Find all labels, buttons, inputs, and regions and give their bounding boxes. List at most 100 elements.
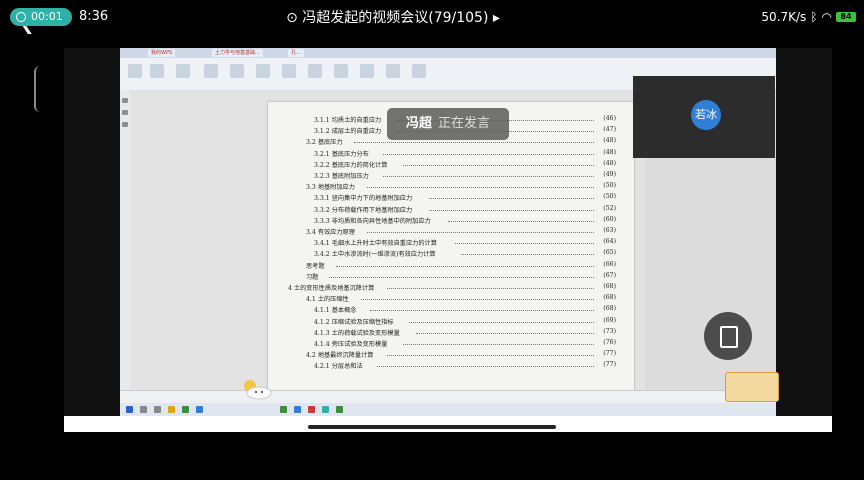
screen-share-button[interactable]: [704, 312, 752, 360]
toc-leader: [335, 265, 594, 267]
toc-entry-title: 4.1.3 土的荷载试验及变形模量: [314, 328, 400, 337]
toc-page-number: (63): [603, 227, 616, 234]
toc-entry-number: 3.4.2: [314, 251, 330, 259]
net-speed: 50.7K/s: [761, 10, 807, 24]
lock-icon: ⊙: [286, 10, 303, 26]
toc-entry[interactable]: 4.1.1 基本概念 (68): [268, 304, 634, 315]
toc-entry[interactable]: 3.2.3 基底附加压力 (49): [268, 170, 634, 181]
toc-entry-title: 4.2 地基最终沉降量计算: [306, 350, 374, 359]
ribbon-icon[interactable]: [150, 64, 164, 78]
search-icon[interactable]: [140, 406, 147, 413]
toc-entry[interactable]: 4.1.2 压缩试验及压缩性指标 (69): [268, 316, 634, 327]
avatar[interactable]: 若冰: [691, 100, 721, 130]
ribbon-icon[interactable]: [360, 64, 374, 78]
toc-entry[interactable]: 3.4 有效应力原理 (63): [268, 226, 634, 237]
app-icon[interactable]: [280, 406, 287, 413]
toc-page-number: (77): [603, 361, 616, 369]
wifi-icon: ◠: [821, 10, 832, 24]
toc-entry-number: 3.3.3: [314, 217, 330, 225]
toc-entry[interactable]: 3.3.3 非均质和各向异性地基中的附加应力 (60): [268, 215, 634, 226]
video-frame: 我的WPS 土力学与地基基础... 孔... 3.1.1 均质土的自重应力 (46…: [64, 48, 832, 432]
ribbon-icon[interactable]: [386, 64, 400, 78]
toc-entry[interactable]: 3.3.1 竖向集中力下的地基附加应力 (50): [268, 192, 634, 203]
record-timer-pill[interactable]: 00:01: [10, 8, 72, 26]
toc-entry-title: 3.1.2 成层土的自重应力: [314, 126, 381, 135]
toc-entry[interactable]: 4.1.4 旁压试验及变形模量 (76): [268, 338, 634, 349]
home-indicator[interactable]: [308, 425, 556, 429]
battery-icon: 84: [836, 12, 856, 22]
toc-page-number: (52): [603, 204, 616, 212]
speaker-status: 正在发言: [438, 116, 491, 131]
toc-entry[interactable]: 4.1 土的压缩性 (68): [268, 293, 634, 304]
toc-entry[interactable]: 3.3 地基附加应力 (50): [268, 181, 634, 192]
toc-page-number: (49): [603, 171, 616, 178]
toc-entry-text: 基底压力的简化计算: [331, 161, 388, 169]
toc-leader: [367, 232, 594, 233]
toc-entry-title: 3.4 有效应力原理: [306, 227, 355, 236]
toc-entry-number: 4.1.3: [314, 329, 330, 337]
comment-icon[interactable]: [122, 110, 128, 115]
tab-2[interactable]: 孔...: [288, 49, 304, 57]
toc-entry[interactable]: 3.4.2 土中水渗流时(一维渗流)有效应力计算 (65): [268, 248, 634, 259]
toc-entry-text: 毛细水上升时土中有效自重应力的计算: [331, 240, 437, 248]
toc-entry[interactable]: 3.2.1 基底压力分布 (48): [268, 148, 634, 159]
start-icon[interactable]: [126, 406, 133, 413]
toc-entry[interactable]: 3.2.2 基底压力的简化计算 (48): [268, 159, 634, 170]
app-icon[interactable]: [308, 406, 315, 413]
ribbon-icon[interactable]: [334, 64, 348, 78]
toc-entry-title: 习题: [306, 272, 318, 281]
floating-widget[interactable]: [725, 372, 779, 402]
ribbon-icon[interactable]: [128, 64, 142, 78]
app-icon[interactable]: [196, 406, 203, 413]
mascot-icon[interactable]: [242, 378, 272, 400]
app-icon[interactable]: [182, 406, 189, 413]
toc-entry[interactable]: 思考题 (66): [268, 260, 634, 271]
toc-page-number: (47): [603, 126, 616, 134]
toc-page-number: (67): [603, 271, 616, 279]
toc-leader: [383, 176, 594, 177]
chevron-right-icon: ▸: [488, 10, 500, 26]
app-icon[interactable]: [322, 406, 329, 413]
tab-0[interactable]: 我的WPS: [148, 49, 176, 57]
toc-entry-title: 4.1.2 压缩试验及压缩性指标: [314, 317, 394, 326]
toc-entry-text: 土的荷载试验及变形模量: [331, 329, 400, 337]
record-timer: 00:01: [31, 10, 63, 23]
wps-tab-bar: 我的WPS 土力学与地基基础... 孔...: [120, 48, 776, 58]
ribbon-icon[interactable]: [176, 64, 190, 78]
toc-entry[interactable]: 3.4.1 毛细水上升时土中有效自重应力的计算 (64): [268, 237, 634, 248]
toc-entry-text: 压缩试验及压缩性指标: [331, 318, 394, 326]
taskview-icon[interactable]: [154, 406, 161, 413]
app-icon[interactable]: [294, 406, 301, 413]
bottom-strip: [64, 416, 832, 432]
toc-leader: [461, 254, 594, 256]
toc-entry[interactable]: 4.1.3 土的荷载试验及变形模量 (73): [268, 327, 634, 338]
app-icon[interactable]: [168, 406, 175, 413]
toc-entry[interactable]: 4 土的变形性质及地基沉降计算 (68): [268, 282, 634, 293]
toc-entry[interactable]: 习题 (67): [268, 271, 634, 282]
toc-leader: [370, 310, 594, 312]
toc-entry-text: 旁压试验及变形模量: [331, 341, 388, 348]
toc-entry-number: 3.1.2: [314, 128, 330, 136]
bookmark-icon[interactable]: [122, 98, 128, 103]
ribbon-icon[interactable]: [204, 64, 218, 78]
toc-page-number: (68): [603, 294, 616, 302]
meeting-title[interactable]: ⊙ 冯超发起的视频会议(79/105) ▸: [278, 8, 508, 28]
toc-entry[interactable]: 4.2 地基最终沉降量计算 (77): [268, 349, 634, 360]
toc-leader: [354, 142, 594, 144]
app-icon[interactable]: [336, 406, 343, 413]
toc-leader: [329, 276, 594, 278]
search-icon[interactable]: [122, 122, 128, 127]
toc-entry-number: 3.4.1: [314, 240, 330, 248]
toc-entry-text: 地基最终沉降量计算: [317, 352, 374, 360]
ribbon-icon[interactable]: [230, 64, 244, 78]
toc-entry[interactable]: 4.2.1 分层总和法 (77): [268, 360, 634, 371]
toc-leader: [428, 209, 594, 211]
ribbon-icon[interactable]: [256, 64, 270, 78]
ribbon-icon[interactable]: [282, 64, 296, 78]
toc-entry-title: 3.2.3 基底附加压力: [314, 171, 369, 180]
ribbon-icon[interactable]: [412, 64, 426, 78]
ribbon-icon[interactable]: [308, 64, 322, 78]
speaker-name: 冯超: [405, 116, 432, 131]
toc-entry[interactable]: 3.3.2 分布荷载作用下地基附加应力 (52): [268, 204, 634, 215]
tab-1[interactable]: 土力学与地基基础...: [212, 49, 263, 57]
